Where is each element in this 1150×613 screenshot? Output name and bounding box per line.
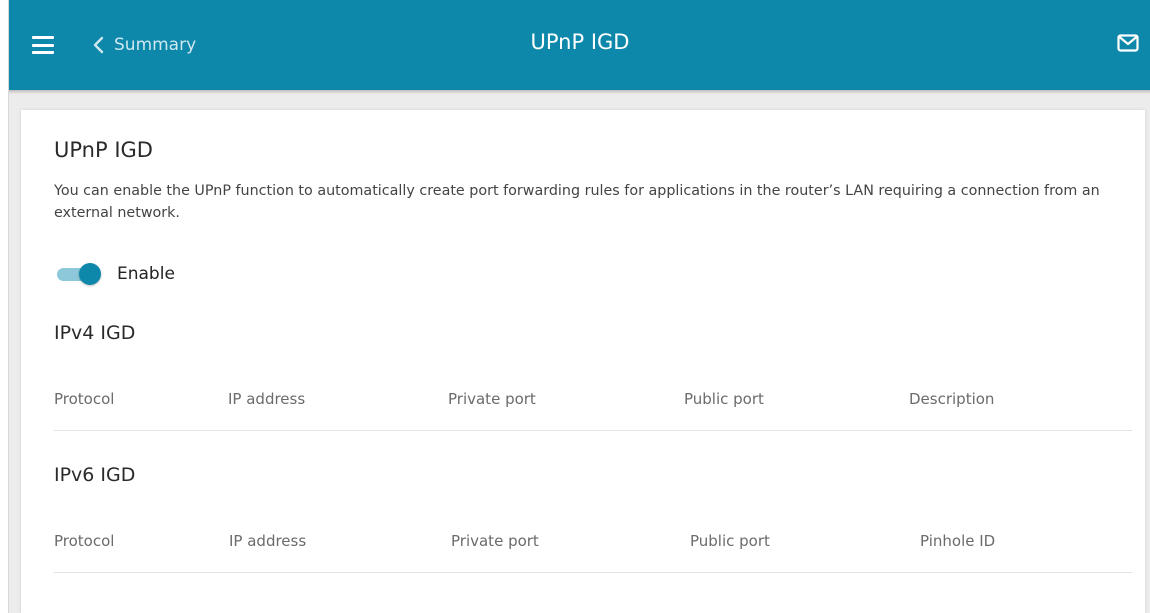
- section-title: UPnP IGD: [54, 138, 153, 162]
- section-description: You can enable the UPnP function to auto…: [54, 183, 1100, 221]
- column-header-private-port: Private port: [451, 532, 539, 550]
- enable-toggle[interactable]: Enable: [57, 262, 175, 286]
- column-header-public-port: Public port: [690, 532, 770, 550]
- content-card: UPnP IGD You can enable the UPnP functio…: [21, 110, 1145, 613]
- mail-icon[interactable]: [1117, 34, 1139, 56]
- column-header-ip-address: IP address: [229, 532, 307, 550]
- enable-label: Enable: [117, 264, 175, 284]
- ipv6-table-header: Protocol IP address Private port Public …: [54, 514, 1132, 573]
- column-header-public-port: Public port: [684, 390, 764, 408]
- enable-switch[interactable]: [57, 263, 103, 285]
- top-bar: Summary UPnP IGD: [9, 0, 1150, 94]
- column-header-protocol: Protocol: [54, 532, 115, 550]
- page-title: UPnP IGD: [530, 30, 630, 54]
- switch-knob: [79, 263, 101, 285]
- column-header-description: Description: [909, 390, 995, 408]
- app-frame: Summary UPnP IGD UPnP IGD You can enable…: [8, 0, 1150, 613]
- ipv4-igd-title: IPv4 IGD: [54, 322, 136, 344]
- top-bar-shadow: [9, 90, 1150, 94]
- ipv6-igd-title: IPv6 IGD: [54, 464, 136, 486]
- ipv4-table-header: Protocol IP address Private port Public …: [54, 372, 1132, 431]
- column-header-protocol: Protocol: [54, 390, 115, 408]
- column-header-pinhole-id: Pinhole ID: [920, 532, 996, 550]
- column-header-private-port: Private port: [448, 390, 536, 408]
- column-header-ip-address: IP address: [228, 390, 306, 408]
